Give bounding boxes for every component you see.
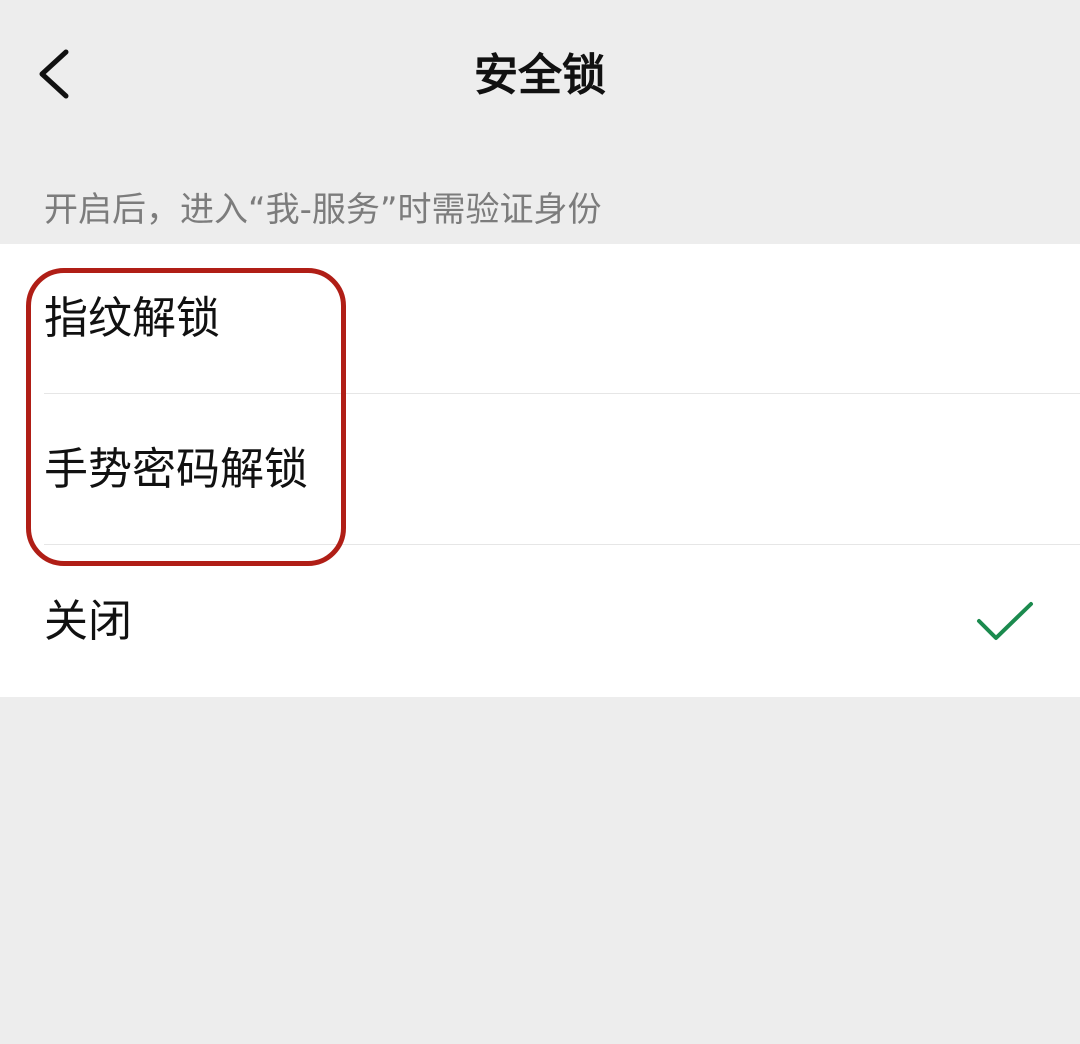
page-title: 安全锁	[474, 50, 606, 101]
option-off[interactable]: 关闭	[0, 546, 1080, 697]
section-caption: 开启后，进入“我-服务”时需验证身份	[44, 190, 602, 230]
option-label: 指纹解锁	[44, 293, 220, 344]
navigation-bar: 安全锁	[0, 0, 1080, 150]
divider	[44, 544, 1080, 545]
divider	[44, 393, 1080, 394]
checkmark-icon	[977, 601, 1033, 640]
option-fingerprint-unlock[interactable]: 指纹解锁	[0, 244, 1080, 394]
lock-options-list: 指纹解锁 手势密码解锁 关闭	[0, 244, 1080, 697]
option-gesture-password-unlock[interactable]: 手势密码解锁	[0, 395, 1080, 545]
option-label: 手势密码解锁	[44, 444, 308, 495]
option-label: 关闭	[44, 595, 132, 647]
